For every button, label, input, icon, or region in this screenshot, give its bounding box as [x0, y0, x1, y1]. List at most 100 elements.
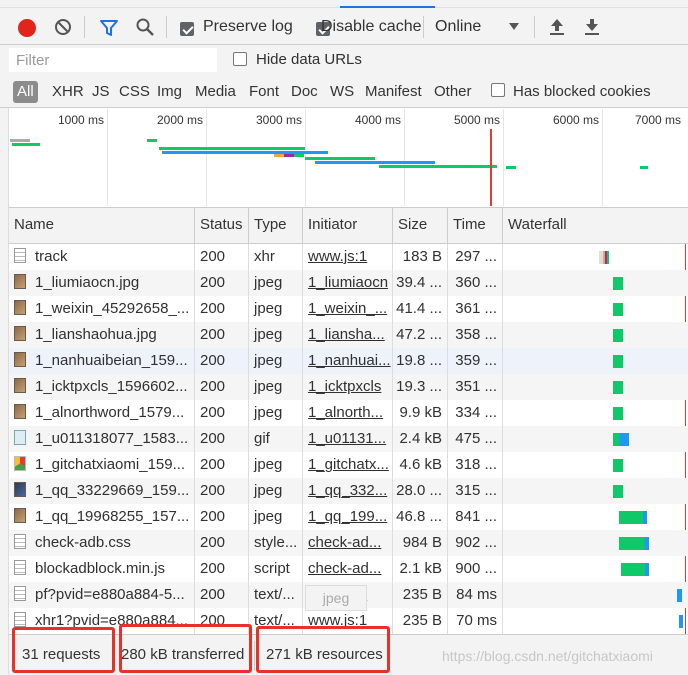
image-icon	[14, 300, 26, 315]
initiator-link[interactable]: 1_alnorth...	[308, 404, 383, 421]
cell-waterfall	[503, 452, 688, 478]
cell-initiator[interactable]: 1_nanhuai...	[303, 348, 393, 374]
cell-initiator[interactable]: 1_liansha...	[303, 322, 393, 348]
has-blocked-cookies-checkbox[interactable]	[491, 83, 505, 97]
cell-initiator[interactable]: check-ad...	[303, 530, 393, 556]
initiator-link[interactable]: check-ad...	[308, 560, 381, 577]
initiator-link[interactable]: 1_liansha...	[308, 326, 385, 343]
table-row[interactable]: 1_lianshaohua.jpg 200 jpeg 1_liansha... 47.2…	[9, 322, 688, 348]
initiator-link[interactable]: 1_liumiaocn	[308, 274, 388, 291]
overview-request-bar	[640, 166, 648, 169]
waterfall-bar	[619, 537, 649, 550]
column-header-waterfall[interactable]: Waterfall	[503, 208, 688, 244]
throttling-select[interactable]: Online	[435, 18, 481, 36]
type-filter-ws[interactable]: WS	[330, 81, 354, 103]
cell-initiator[interactable]: 1_weixin_...	[303, 296, 393, 322]
cell-initiator[interactable]: 1_alnorth...	[303, 400, 393, 426]
column-header-type[interactable]: Type	[249, 208, 303, 244]
initiator-link[interactable]: www.js:1	[308, 248, 367, 265]
overview-request-bar	[506, 166, 516, 169]
initiator-link[interactable]: 1_qq_199...	[308, 508, 387, 525]
column-header-name[interactable]: Name	[9, 208, 195, 244]
initiator-link[interactable]: 1_qq_332...	[308, 482, 387, 499]
overview-request-bar	[159, 147, 305, 150]
toolbar-divider	[534, 16, 535, 38]
initiator-link[interactable]: 1_u01131...	[308, 430, 386, 447]
cell-time: 318 ...	[448, 452, 503, 478]
column-header-initiator[interactable]: Initiator	[303, 208, 393, 244]
cell-initiator[interactable]: check-ad...	[303, 556, 393, 582]
table-row[interactable]: 1_nanhuaibeian_159... 200 jpeg 1_nanhuai...…	[9, 348, 688, 374]
cell-size: 2.4 kB	[393, 426, 448, 452]
table-row[interactable]: 1_icktpxcls_1596602... 200 jpeg 1_icktpxcls…	[9, 374, 688, 400]
type-filter-xhr[interactable]: XHR	[52, 81, 84, 103]
type-tooltip: jpeg	[305, 585, 367, 611]
column-header-time[interactable]: Time	[448, 208, 503, 244]
initiator-link[interactable]: 1_icktpxcls	[308, 378, 381, 395]
type-filter-media[interactable]: Media	[195, 81, 236, 103]
table-row[interactable]: track 200 xhr www.js:1 183 B 297 ...	[9, 244, 688, 270]
waterfall-bar	[677, 589, 682, 602]
initiator-link[interactable]: check-ad...	[308, 534, 381, 551]
type-filter-all[interactable]: All	[13, 81, 38, 103]
type-filter-css[interactable]: CSS	[119, 81, 150, 103]
table-row[interactable]: 1_gitchatxiaomi_159... 200 jpeg 1_gitchatx.…	[9, 452, 688, 478]
hide-data-urls-checkbox[interactable]	[233, 52, 247, 66]
clear-icon[interactable]	[54, 18, 72, 36]
waterfall-bar	[621, 563, 649, 576]
cell-size: 984 B	[393, 530, 448, 556]
type-filter-js[interactable]: JS	[92, 81, 110, 103]
chevron-down-icon[interactable]	[509, 23, 519, 30]
column-header-size[interactable]: Size	[393, 208, 448, 244]
cell-status: 200	[195, 400, 249, 426]
filter-input[interactable]	[9, 48, 217, 72]
type-filter-font[interactable]: Font	[249, 81, 279, 103]
search-icon[interactable]	[135, 17, 155, 37]
table-row[interactable]: 1_u011318077_1583... 200 gif 1_u01131... 2.4…	[9, 426, 688, 452]
table-row[interactable]: 1_liumiaocn.jpg 200 jpeg 1_liumiaocn 39.4 ..…	[9, 270, 688, 296]
type-filter-other[interactable]: Other	[434, 81, 472, 103]
cell-initiator[interactable]: 1_icktpxcls	[303, 374, 393, 400]
cell-type: jpeg	[249, 478, 303, 504]
initiator-link[interactable]: 1_gitchatx...	[308, 456, 389, 473]
table-row[interactable]: 1_weixin_45292658_... 200 jpeg 1_weixin_...…	[9, 296, 688, 322]
timeline-overview[interactable]: 1000 ms 2000 ms 3000 ms 4000 ms 5000 ms …	[9, 109, 688, 206]
preserve-log-checkbox[interactable]	[180, 22, 194, 37]
type-filter-manifest[interactable]: Manifest	[365, 81, 422, 103]
table-row[interactable]: 1_alnorthword_1579... 200 jpeg 1_alnorth...…	[9, 400, 688, 426]
waterfall-bar	[613, 485, 623, 498]
cell-status: 200	[195, 348, 249, 374]
left-gutter	[0, 108, 9, 675]
cell-initiator[interactable]: 1_gitchatx...	[303, 452, 393, 478]
type-filter-img[interactable]: Img	[157, 81, 182, 103]
overview-tick-label: 6000 ms	[552, 113, 599, 127]
download-arrow-icon[interactable]	[584, 18, 600, 36]
table-row[interactable]: 1_qq_33229669_159... 200 jpeg 1_qq_332... 28…	[9, 478, 688, 504]
overview-tick-label: 2000 ms	[156, 113, 203, 127]
cell-time: 84 ms	[448, 582, 503, 608]
cell-initiator[interactable]: 1_u01131...	[303, 426, 393, 452]
table-row[interactable]: check-adb.css 200 style... check-ad... 984 B…	[9, 530, 688, 556]
overview-tick-label: 7000 ms	[634, 113, 681, 127]
initiator-link[interactable]: 1_nanhuai...	[308, 352, 391, 369]
request-name: 1_qq_33229669_159...	[35, 482, 190, 499]
initiator-link[interactable]: 1_weixin_...	[308, 300, 387, 317]
cell-size: 47.2 ...	[393, 322, 448, 348]
overview-tick-label: 3000 ms	[255, 113, 302, 127]
cell-type: xhr	[249, 244, 303, 270]
cell-initiator[interactable]: 1_qq_332...	[303, 478, 393, 504]
request-name: 1_nanhuaibeian_159...	[35, 352, 188, 369]
document-icon	[14, 586, 26, 601]
column-header-status[interactable]: Status	[195, 208, 249, 244]
cell-initiator[interactable]: www.js:1	[303, 244, 393, 270]
cell-initiator[interactable]: 1_qq_199...	[303, 504, 393, 530]
filter-icon[interactable]	[99, 18, 119, 38]
request-name: track	[35, 248, 68, 265]
record-icon[interactable]	[18, 19, 36, 37]
cell-initiator[interactable]: 1_liumiaocn	[303, 270, 393, 296]
table-row[interactable]: blockadblock.min.js 200 script check-ad... 2…	[9, 556, 688, 582]
type-filter-doc[interactable]: Doc	[291, 81, 318, 103]
table-row[interactable]: 1_qq_19968255_157... 200 jpeg 1_qq_199... 46…	[9, 504, 688, 530]
upload-arrow-icon[interactable]	[549, 18, 565, 36]
overview-gridline	[404, 109, 405, 206]
